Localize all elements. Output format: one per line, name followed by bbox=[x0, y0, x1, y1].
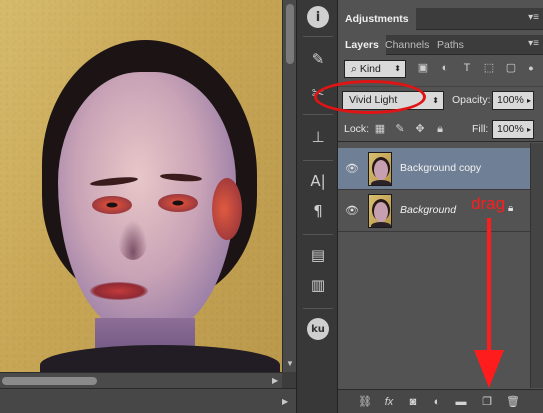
dock-divider bbox=[303, 36, 333, 37]
tool-preset-icon[interactable]: ✂ bbox=[305, 80, 331, 106]
dock-divider bbox=[303, 234, 333, 235]
visibility-eye-icon[interactable]: 👁︎ bbox=[345, 204, 359, 218]
layer-thumbnail bbox=[368, 152, 392, 186]
blend-mode-value: Vivid Light bbox=[349, 94, 398, 106]
lock-image-pixels-icon[interactable]: ✎ bbox=[394, 123, 406, 135]
dropdown-arrow-icon: ⬍ bbox=[394, 64, 401, 73]
document-icon[interactable]: ▥ bbox=[305, 272, 331, 298]
canvas-vertical-scroll-thumb[interactable] bbox=[286, 4, 294, 64]
adjustment-layer-filter-icon[interactable]: ◐ bbox=[438, 61, 452, 75]
canvas-horizontal-scroll-thumb[interactable] bbox=[2, 377, 97, 385]
character-icon[interactable]: A| bbox=[305, 168, 331, 194]
drag-annotation-label: drag bbox=[471, 194, 506, 213]
scroll-right-arrow-icon[interactable]: ▶ bbox=[272, 377, 278, 385]
layer-name: Background copy bbox=[400, 162, 482, 174]
paragraph-icon[interactable]: ¶ bbox=[305, 198, 331, 224]
ku-plugin-icon[interactable]: ku bbox=[307, 318, 329, 340]
layer-lock-icon: 🔒︎ bbox=[508, 203, 514, 214]
filter-kind-select[interactable]: ⌕ Kind ⬍ bbox=[344, 60, 406, 78]
blend-mode-select[interactable]: Vivid Light ⬍ bbox=[342, 91, 444, 110]
type-layer-filter-icon[interactable]: T bbox=[460, 61, 474, 75]
tab-channels[interactable]: Channels bbox=[378, 35, 436, 55]
filter-kind-label: Kind bbox=[359, 63, 381, 75]
dropdown-arrow-icon: ⬍ bbox=[432, 96, 439, 105]
stamp-icon[interactable]: ⊥ bbox=[305, 124, 331, 150]
search-icon: ⌕ bbox=[351, 63, 360, 75]
layers-panel-menu-icon[interactable]: ▾≡ bbox=[528, 38, 539, 49]
brush-adjust-icon[interactable]: ✎ bbox=[305, 46, 331, 72]
add-layer-style-icon[interactable]: fx bbox=[382, 395, 396, 409]
face bbox=[58, 72, 236, 334]
info-icon[interactable]: i bbox=[307, 6, 329, 28]
scroll-down-arrow-icon[interactable]: ▼ bbox=[286, 360, 294, 368]
fill-dropdown-icon[interactable]: ▸ bbox=[527, 121, 531, 138]
opacity-field[interactable]: 100% ▸ bbox=[492, 91, 534, 110]
lock-all-icon[interactable]: 🔒︎ bbox=[434, 123, 446, 135]
dock-divider bbox=[303, 308, 333, 309]
notes-icon[interactable]: ▤ bbox=[305, 242, 331, 268]
document-canvas[interactable] bbox=[0, 0, 282, 372]
opacity-value: 100% bbox=[497, 94, 524, 106]
shape-layer-filter-icon[interactable]: ⬚ bbox=[482, 61, 496, 75]
fill-value: 100% bbox=[497, 123, 524, 135]
panel-menu-icon[interactable]: ▾≡ bbox=[528, 12, 539, 23]
dock-divider bbox=[303, 160, 333, 161]
adjustments-tab-row: Adjustments ▾≡ bbox=[338, 8, 543, 30]
right-eye bbox=[158, 194, 198, 212]
drag-arrow-icon bbox=[474, 218, 504, 388]
canvas-horizontal-scrollbar[interactable]: ▶ bbox=[0, 372, 282, 388]
add-mask-icon[interactable]: ◙ bbox=[406, 395, 420, 409]
status-menu-arrow-icon[interactable]: ▶ bbox=[282, 398, 288, 406]
link-layers-icon[interactable]: ⛓︎ bbox=[358, 395, 372, 409]
filter-toggle-icon[interactable]: ● bbox=[524, 61, 538, 75]
layers-panel-group: Adjustments ▾≡ Layers Channels Paths ▾≡ … bbox=[314, 0, 543, 413]
layer-filter-row: ⌕ Kind ⬍ ▣ ◐ T ⬚ ▢ ● bbox=[338, 56, 543, 82]
layers-tab-row: Layers Channels Paths ▾≡ bbox=[338, 35, 543, 55]
tab-paths[interactable]: Paths bbox=[430, 35, 471, 55]
layer-row-background-copy[interactable]: 👁︎ Background copy bbox=[338, 148, 530, 190]
opacity-label: Opacity: bbox=[452, 94, 491, 106]
nose bbox=[118, 220, 148, 260]
layers-panel-footer: ⛓︎ fx ◙ ◐ ▬ ❐ 🗑︎ bbox=[338, 389, 543, 413]
smart-object-filter-icon[interactable]: ▢ bbox=[504, 61, 518, 75]
pixel-layer-filter-icon[interactable]: ▣ bbox=[416, 61, 430, 75]
left-eye bbox=[92, 196, 132, 214]
fill-field[interactable]: 100% ▸ bbox=[492, 120, 534, 139]
lock-position-icon[interactable]: ✥ bbox=[414, 123, 426, 135]
ear bbox=[212, 178, 242, 240]
new-layer-icon[interactable]: ❐ bbox=[480, 395, 494, 409]
lock-label: Lock: bbox=[344, 123, 370, 135]
delete-layer-icon[interactable]: 🗑︎ bbox=[506, 395, 520, 409]
layer-name: Background bbox=[400, 204, 457, 216]
fill-label: Fill: bbox=[472, 123, 489, 135]
tab-adjustments[interactable]: Adjustments bbox=[338, 8, 416, 30]
canvas-vertical-scrollbar[interactable]: ▼ bbox=[282, 0, 296, 372]
layers-scrollbar[interactable] bbox=[530, 143, 543, 388]
status-bar: ▶ bbox=[0, 388, 296, 413]
new-group-icon[interactable]: ▬ bbox=[454, 395, 468, 409]
visibility-eye-icon[interactable]: 👁︎ bbox=[345, 162, 359, 176]
panel-dock-strip: i ✎ ✂ ⊥ A| ¶ ▤ ▥ ku bbox=[296, 0, 338, 413]
blend-row: Vivid Light ⬍ Opacity: 100% ▸ bbox=[338, 86, 543, 112]
lock-transparent-icon[interactable]: ▦ bbox=[374, 123, 386, 135]
layer-thumbnail bbox=[368, 194, 392, 228]
mouth bbox=[90, 282, 148, 300]
dock-divider bbox=[303, 114, 333, 115]
lock-row: Lock: ▦ ✎ ✥ 🔒︎ Fill: 100% ▸ bbox=[338, 116, 543, 142]
new-adjustment-layer-icon[interactable]: ◐ bbox=[430, 395, 444, 409]
opacity-dropdown-icon[interactable]: ▸ bbox=[527, 92, 531, 109]
